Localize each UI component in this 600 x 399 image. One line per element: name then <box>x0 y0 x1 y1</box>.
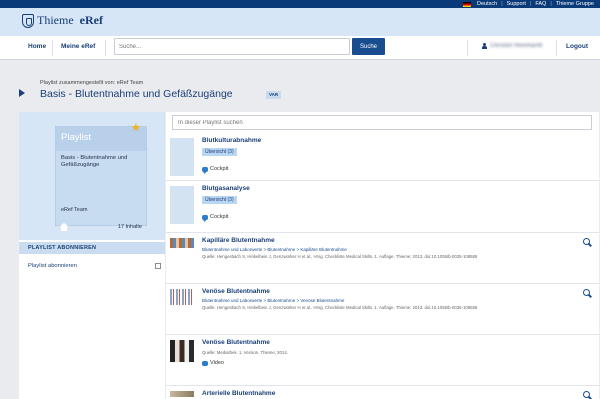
item-thumbnail <box>170 238 194 248</box>
overview-pill[interactable]: Übersicht (3) <box>202 196 237 204</box>
search-icon[interactable] <box>583 289 592 298</box>
home-icon <box>60 223 68 231</box>
item-title[interactable]: Venöse Blutentnahme <box>202 339 270 346</box>
brand-bar: Thieme eRef <box>0 8 600 36</box>
content-count: 17 Inhalte <box>117 224 142 230</box>
language-link[interactable]: Deutsch <box>477 1 497 7</box>
playlist-card: Playlist Basis - Blutentnahme und Gefäßz… <box>55 126 147 231</box>
subscribe-heading: PLAYLIST ABONNIEREN <box>19 242 165 254</box>
page-title: Basis - Blutentnahme und Gefäßzugänge <box>40 88 233 100</box>
nav-divider <box>467 40 468 56</box>
nav-my-eref[interactable]: Meine eRef <box>61 43 95 50</box>
user-name: Christin Reinhardt <box>490 43 543 49</box>
card-owner: eRef Team <box>61 207 88 213</box>
sidebar-card-area: Playlist Basis - Blutentnahme und Gefäßz… <box>19 112 165 240</box>
item-thumbnail <box>170 340 194 362</box>
chat-icon <box>202 166 208 174</box>
cockpit-label: Cockpit <box>210 166 229 172</box>
item-title[interactable]: Arterielle Blutentnahme <box>202 390 275 397</box>
overview-pill[interactable]: Übersicht (3) <box>202 148 237 156</box>
search-button[interactable]: Suche <box>352 38 385 55</box>
chat-icon <box>202 214 208 222</box>
support-link[interactable]: Support <box>507 1 526 7</box>
nav-divider <box>105 40 106 56</box>
item-source: Quelle: Hengesbach S, Hinkelbein J, Genz… <box>202 305 478 310</box>
playlist-creator: Playlist zusammengestellt von: eRef Team <box>40 80 144 86</box>
utility-links: Deutsch | Support | FAQ | Thieme Gruppe <box>463 0 594 8</box>
item-title[interactable]: Blutgasanalyse <box>202 185 250 192</box>
item-title[interactable]: Kapilläre Blutentnahme <box>202 237 275 244</box>
nav-home[interactable]: Home <box>28 43 46 50</box>
nav-divider <box>52 40 53 56</box>
item-thumbnail <box>170 186 194 224</box>
list-item[interactable]: Venöse Blutentnahme Quelle: Mediathek. 1… <box>166 336 599 386</box>
cockpit-link[interactable]: Cockpit <box>202 214 229 222</box>
user-icon <box>482 43 487 49</box>
cockpit-link[interactable]: Cockpit <box>202 166 229 174</box>
user-menu[interactable]: Christin Reinhardt <box>482 43 542 49</box>
separator: | <box>550 1 552 7</box>
list-item[interactable]: Blutkulturabnahme Übersicht (3) Cockpit <box>166 134 599 181</box>
top-utility-bar: Deutsch | Support | FAQ | Thieme Gruppe <box>0 0 600 8</box>
var-badge: VAR <box>266 91 282 99</box>
video-link[interactable]: Video <box>202 360 224 366</box>
item-thumbnail <box>170 138 194 176</box>
item-source: Quelle: Hengesbach S, Hinkelbein J, Genz… <box>202 254 478 259</box>
thieme-gruppe-link[interactable]: Thieme Gruppe <box>556 1 594 7</box>
product-name: eRef <box>79 13 103 27</box>
cockpit-label: Cockpit <box>210 214 229 220</box>
item-source: Quelle: Mediathek. 1. Version. Thieme; 2… <box>202 350 288 355</box>
subscribe-label: Playlist abonnieren <box>28 263 77 269</box>
card-title: Basis - Blutentnahme und Gefäßzugänge <box>61 155 128 169</box>
item-thumbnail <box>170 289 194 305</box>
german-flag-icon <box>463 1 471 7</box>
item-title[interactable]: Blutkulturabnahme <box>202 137 261 144</box>
faq-link[interactable]: FAQ <box>535 1 546 7</box>
logout-link[interactable]: Logout <box>566 43 588 50</box>
brand-name: Thieme <box>37 13 74 27</box>
sidebar: Playlist Basis - Blutentnahme und Gefäßz… <box>19 112 165 399</box>
playlist-search-input[interactable] <box>172 115 592 130</box>
list-item[interactable]: Venöse Blutentnahme Blutentnahme und Lab… <box>166 285 599 335</box>
nav-divider <box>556 40 557 56</box>
card-label: Playlist <box>61 132 92 143</box>
separator: | <box>501 1 503 7</box>
item-title[interactable]: Venöse Blutentnahme <box>202 288 270 295</box>
search-input[interactable] <box>114 38 350 55</box>
list-item[interactable]: Blutgasanalyse Übersicht (3) Cockpit <box>166 182 599 233</box>
thieme-crest-icon <box>22 13 34 28</box>
media-label: Video <box>210 360 224 366</box>
search-icon[interactable] <box>583 391 592 399</box>
star-icon[interactable]: ★ <box>131 123 141 134</box>
video-icon <box>202 360 208 366</box>
list-item[interactable]: Arterielle Blutentnahme <box>166 387 599 399</box>
brand-logo[interactable]: Thieme eRef <box>22 13 103 28</box>
search-icon[interactable] <box>583 238 592 247</box>
item-breadcrumb[interactable]: Blutentnahme und Laborwerte > Blutentnah… <box>202 247 347 252</box>
separator: | <box>529 1 532 7</box>
title-arrow-icon <box>19 89 25 97</box>
item-thumbnail <box>170 391 194 397</box>
list-item[interactable]: Kapilläre Blutentnahme Blutentnahme und … <box>166 234 599 284</box>
subscribe-checkbox[interactable] <box>155 263 161 269</box>
item-breadcrumb[interactable]: Blutentnahme und Laborwerte > Blutentnah… <box>202 298 344 303</box>
